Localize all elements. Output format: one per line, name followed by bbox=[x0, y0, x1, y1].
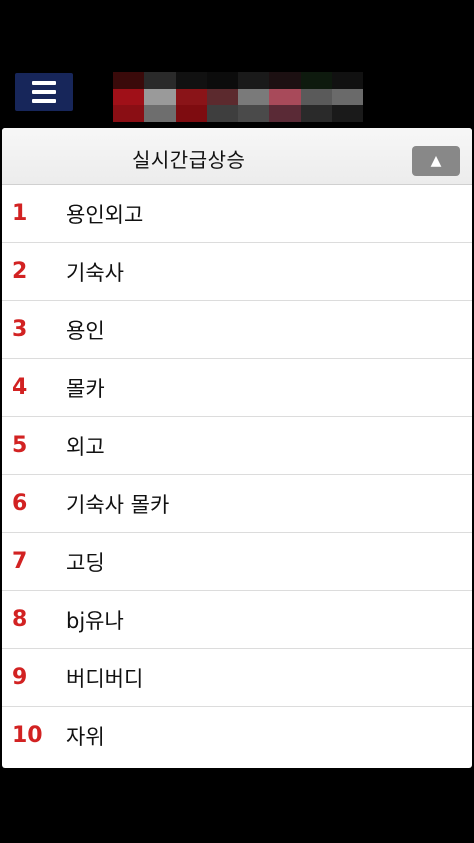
top-bar bbox=[0, 0, 474, 128]
rank-number: 9 bbox=[12, 665, 28, 690]
ranking-item[interactable]: 9 버디버디 bbox=[2, 649, 472, 707]
site-logo-pixelated[interactable] bbox=[113, 72, 363, 122]
trending-panel-header: 실시간급상승 ▲ bbox=[2, 128, 472, 185]
ranking-item[interactable]: 2 기숙사 bbox=[2, 243, 472, 301]
collapse-button[interactable]: ▲ bbox=[412, 146, 460, 176]
rank-number: 7 bbox=[12, 549, 28, 574]
panel-title: 실시간급상승 bbox=[132, 148, 246, 172]
bottom-bar bbox=[0, 770, 474, 843]
trending-panel: 실시간급상승 ▲ 1 용인외고 2 기숙사 3 용인 4 몰카 5 외고 6 기… bbox=[2, 128, 472, 768]
ranking-item[interactable]: 3 용인 bbox=[2, 301, 472, 359]
ranking-item[interactable]: 8 bj유나 bbox=[2, 591, 472, 649]
rank-number: 2 bbox=[12, 259, 28, 284]
rank-keyword: 몰카 bbox=[66, 376, 105, 401]
rank-number: 4 bbox=[12, 375, 28, 400]
rank-keyword: 고딩 bbox=[66, 550, 105, 575]
ranking-item[interactable]: 5 외고 bbox=[2, 417, 472, 475]
rank-keyword: 기숙사 bbox=[66, 260, 124, 285]
rank-keyword: 용인 bbox=[66, 318, 105, 343]
triangle-up-icon: ▲ bbox=[430, 153, 442, 169]
rank-keyword: 기숙사 몰카 bbox=[66, 492, 170, 517]
rank-keyword: bj유나 bbox=[66, 608, 124, 633]
rank-keyword: 용인외고 bbox=[66, 202, 144, 227]
rank-number: 8 bbox=[12, 607, 28, 632]
rank-keyword: 버디버디 bbox=[66, 666, 144, 691]
ranking-item[interactable]: 6 기숙사 몰카 bbox=[2, 475, 472, 533]
ranking-item[interactable]: 10 자위 bbox=[2, 707, 472, 764]
rank-number: 5 bbox=[12, 433, 28, 458]
rank-keyword: 자위 bbox=[66, 724, 105, 749]
rank-number: 6 bbox=[12, 491, 28, 516]
rank-number: 1 bbox=[12, 201, 28, 226]
ranking-item[interactable]: 1 용인외고 bbox=[2, 185, 472, 243]
menu-button[interactable] bbox=[15, 73, 73, 111]
ranking-item[interactable]: 7 고딩 bbox=[2, 533, 472, 591]
ranking-item[interactable]: 4 몰카 bbox=[2, 359, 472, 417]
rank-keyword: 외고 bbox=[66, 434, 105, 459]
ranking-list: 1 용인외고 2 기숙사 3 용인 4 몰카 5 외고 6 기숙사 몰카 7 고… bbox=[2, 185, 472, 764]
rank-number: 10 bbox=[12, 723, 43, 748]
hamburger-menu-icon bbox=[32, 81, 56, 103]
rank-number: 3 bbox=[12, 317, 28, 342]
